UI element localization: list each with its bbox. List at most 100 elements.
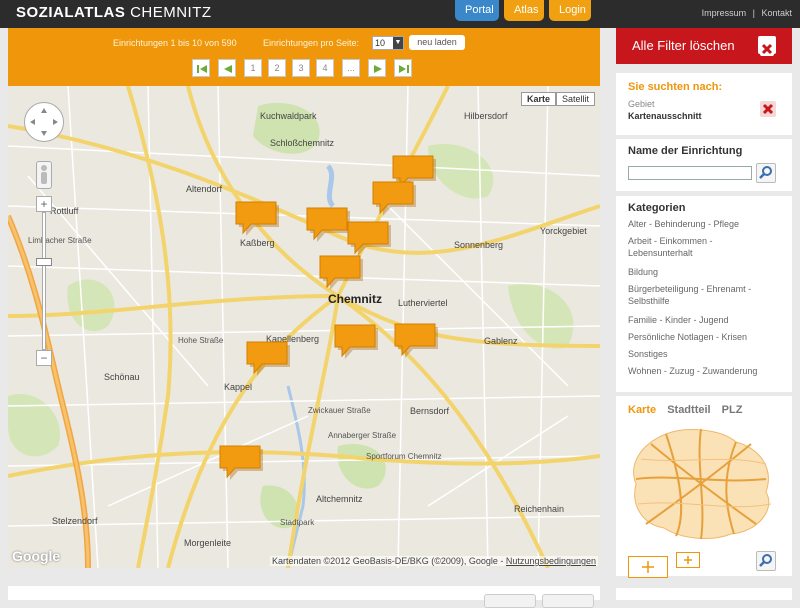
map-label: Annaberger Straße	[328, 431, 397, 440]
category-item[interactable]: Sonstiges	[628, 348, 778, 360]
pagination-info: Einrichtungen 1 bis 10 von 590	[113, 38, 237, 48]
search-button[interactable]	[756, 163, 776, 183]
last-page-icon	[399, 65, 409, 73]
nav-login-button[interactable]: Login	[549, 0, 591, 21]
tab-stadtteil[interactable]: Stadtteil	[667, 404, 710, 416]
impressum-link[interactable]: Impressum	[702, 8, 747, 18]
first-page-icon	[197, 65, 207, 73]
location-marker-icon[interactable]	[393, 322, 438, 358]
map-label: Sonnenberg	[454, 240, 504, 250]
per-page-label: Einrichtungen pro Seite:	[263, 38, 360, 48]
page-button[interactable]: 2	[268, 59, 286, 77]
map-label: Yorckgebiet	[540, 226, 587, 236]
map-label: Stelzendorf	[52, 516, 98, 526]
category-item[interactable]: Arbeit - Einkommen - Lebensunterhalt	[628, 235, 778, 259]
category-item[interactable]: Familie - Kinder - Jugend	[628, 314, 778, 326]
location-marker-icon[interactable]	[305, 206, 350, 242]
map-label: Hohe Straße	[178, 336, 224, 345]
map-label: Altendorf	[186, 184, 223, 194]
remove-filter-icon[interactable]	[760, 101, 776, 117]
sidebar-bottom-panel	[616, 588, 792, 600]
clear-filters-button[interactable]: Alle Filter löschen	[616, 28, 792, 64]
pan-control[interactable]	[24, 102, 64, 142]
page-button[interactable]: 3	[292, 59, 310, 77]
arrow-left-icon	[224, 65, 232, 73]
last-page-button[interactable]	[394, 59, 412, 77]
city-overview-map[interactable]	[626, 424, 778, 542]
kontakt-link[interactable]: Kontakt	[761, 8, 792, 18]
area-value: Kartenausschnitt	[628, 111, 702, 121]
map-search-button[interactable]	[756, 551, 776, 571]
location-marker-icon[interactable]	[318, 254, 363, 290]
category-item[interactable]: Alter - Behinderung - Pflege	[628, 218, 778, 230]
map-label: Kuchwaldpark	[260, 111, 317, 121]
select-area-button[interactable]	[676, 552, 700, 568]
city-label: Chemnitz	[328, 292, 382, 306]
pagination-bar: Einrichtungen 1 bis 10 von 590 Einrichtu…	[8, 28, 600, 86]
map-label: Lutherviertel	[398, 298, 448, 308]
pan-arrows-icon	[30, 108, 58, 136]
per-page-select[interactable]: 10 ▼	[372, 36, 404, 50]
zoom-knob[interactable]	[36, 258, 52, 266]
nav-atlas-button[interactable]: Atlas	[504, 0, 544, 21]
location-marker-icon[interactable]	[346, 220, 391, 256]
name-search-input[interactable]	[628, 166, 752, 180]
category-item[interactable]: Bildung	[628, 266, 778, 278]
page-button[interactable]: 1	[244, 59, 262, 77]
map-label: Schloßchemnitz	[270, 138, 335, 148]
search-icon	[759, 166, 772, 179]
top-bar: SOZIALATLAS CHEMNITZ Portal Atlas Login …	[0, 0, 800, 28]
location-marker-icon[interactable]	[371, 180, 416, 216]
category-item[interactable]: Persönliche Notlagen - Krisen	[628, 331, 778, 343]
page-ellipsis: ...	[342, 59, 360, 77]
map-label: Bernsdorf	[410, 406, 450, 416]
google-logo: Google	[12, 548, 61, 564]
search-summary-title: Sie suchten nach:	[628, 81, 723, 93]
map-navigation-panel: Karte Stadtteil PLZ	[616, 396, 792, 578]
map-type-satellit-button[interactable]: Satellit	[555, 92, 595, 106]
categories-title: Kategorien	[628, 202, 686, 214]
zoom-in-button[interactable]: +	[36, 196, 52, 212]
prev-page-button[interactable]	[218, 59, 236, 77]
main-panel: Einrichtungen 1 bis 10 von 590 Einrichtu…	[8, 28, 600, 568]
map-tabs: Karte Stadtteil PLZ	[628, 404, 750, 416]
map-label: Gablenz	[484, 336, 518, 346]
reload-button[interactable]: neu laden	[409, 35, 465, 50]
map-label: Stadtpark	[280, 518, 315, 527]
location-marker-icon[interactable]	[234, 200, 279, 236]
search-icon	[759, 554, 772, 567]
zoom-track[interactable]	[42, 212, 46, 350]
page-button[interactable]: 4	[316, 59, 334, 77]
first-page-button[interactable]	[192, 59, 210, 77]
tab-plz[interactable]: PLZ	[722, 404, 743, 416]
map-label: Sportforum Chemnitz	[366, 452, 442, 461]
tab-karte[interactable]: Karte	[628, 404, 656, 416]
map-type-karte-button[interactable]: Karte	[520, 92, 556, 106]
location-marker-icon[interactable]	[333, 323, 378, 359]
streetview-pegman-icon[interactable]	[36, 161, 52, 189]
next-page-button[interactable]	[368, 59, 386, 77]
nav-portal-button[interactable]: Portal	[455, 0, 499, 21]
bottom-button[interactable]	[542, 594, 594, 608]
bottom-button[interactable]	[484, 594, 536, 608]
map-copyright: Kartendaten ©2012 GeoBasis-DE/BKG (©2009…	[270, 556, 598, 566]
close-icon	[758, 36, 776, 56]
map-label: Morgenleite	[184, 538, 232, 548]
map-label: Schönau	[104, 372, 140, 382]
map-label: Hilbersdorf	[464, 111, 508, 121]
search-summary-panel: Sie suchten nach: Gebiet Kartenausschnit…	[616, 73, 792, 135]
top-links: Impressum | Kontakt	[702, 8, 792, 18]
category-item[interactable]: Wohnen - Zuzug - Zuwanderung	[628, 365, 778, 377]
zoom-slider[interactable]: + −	[36, 196, 52, 366]
arrow-right-icon	[374, 65, 382, 73]
map-view[interactable]: Kuchwaldpark Schloßchemnitz Altendorf Ro…	[8, 86, 600, 568]
app-logo[interactable]: SOZIALATLAS CHEMNITZ	[16, 4, 212, 21]
zoom-out-button[interactable]: −	[36, 350, 52, 366]
map-label: Reichenhain	[514, 504, 565, 514]
location-marker-icon[interactable]	[218, 444, 263, 480]
category-item[interactable]: Bürgerbeteiligung - Ehrenamt - Selbsthil…	[628, 283, 778, 307]
zoom-to-area-button[interactable]	[628, 556, 668, 578]
location-marker-icon[interactable]	[245, 340, 290, 376]
clear-filters-label: Alle Filter löschen	[632, 38, 735, 53]
terms-link[interactable]: Nutzungsbedingungen	[506, 556, 596, 566]
